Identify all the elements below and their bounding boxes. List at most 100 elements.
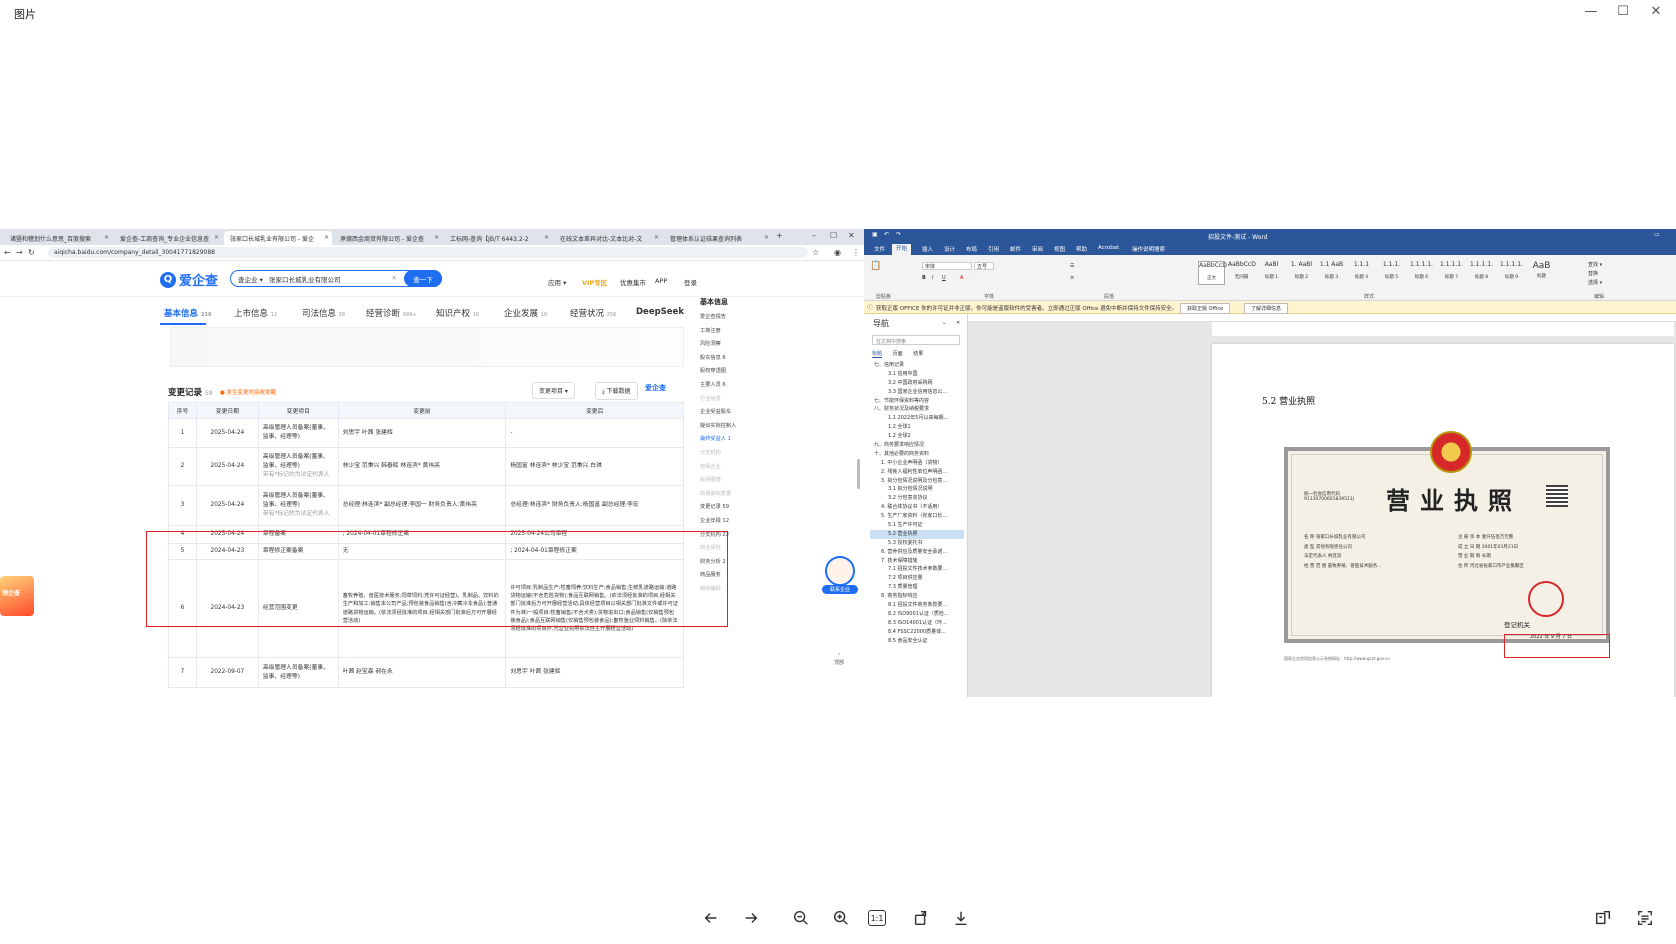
tab-view[interactable]: 视图 — [1054, 245, 1065, 253]
close-tab-icon[interactable]: ✕ — [654, 234, 659, 241]
side-nav-item[interactable]: 股东信息 6 — [700, 354, 756, 368]
nav-tree-item[interactable]: 4. 联合体协议书（不适用） — [870, 503, 964, 512]
apps-link[interactable]: 应用 ▾ — [548, 277, 566, 287]
side-nav-item[interactable]: 企业年报 12 — [700, 517, 756, 531]
window-max-icon[interactable]: ☐ — [830, 231, 837, 240]
login-link[interactable]: 登录 — [684, 277, 697, 287]
tab-ip[interactable]: 知识产权 16 — [436, 307, 479, 319]
side-nav-item[interactable]: 邮政编码 — [700, 585, 756, 599]
side-nav-item[interactable]: 工商注册 — [700, 327, 756, 341]
get-office-button[interactable]: 获取正版 Office — [1180, 302, 1231, 314]
nav-close-icon[interactable]: ✕ — [956, 320, 960, 326]
tab-judicial-info[interactable]: 司法信息 58 — [302, 307, 345, 319]
tab-operation-diagnosis[interactable]: 经营诊断 999+ — [366, 307, 416, 319]
side-nav-item[interactable]: 投资图谱 — [700, 476, 756, 490]
change-alert-link[interactable]: ● 发生变更时接收提醒 — [220, 388, 276, 396]
maximize-button[interactable]: ☐ — [1612, 2, 1634, 20]
nav-tree-item[interactable]: 八、财务状况及纳税要求 — [870, 405, 964, 414]
forward-icon[interactable]: → — [16, 248, 23, 257]
find-button[interactable]: 查找 ▾ — [1588, 261, 1602, 268]
side-nav-item[interactable]: 控股企业 — [700, 463, 756, 477]
nav-options-icon[interactable]: ⌄ — [942, 320, 946, 326]
paste-icon[interactable]: 📋 — [870, 261, 881, 271]
font-name-select[interactable]: 宋体 — [922, 262, 972, 270]
nav-tree-item[interactable]: 3.3 国家企业信用信息公... — [870, 388, 964, 397]
bullets-icon[interactable]: ☰ — [1070, 263, 1074, 269]
tab-layout[interactable]: 布局 — [966, 245, 977, 253]
style-heading-6[interactable]: 1.1.1.1. 标题 6 — [1408, 261, 1435, 285]
company-search-box[interactable]: 查企业 ▾ 张家口长城乳业有限公司 ✕ 查一下 — [230, 269, 442, 287]
next-image-button[interactable] — [738, 905, 764, 931]
tab-business-status[interactable]: 经营状况 256 — [570, 307, 616, 319]
underline-button[interactable]: U — [942, 275, 946, 281]
nav-tree-item[interactable]: 8.5 食品安全认证 — [870, 637, 964, 646]
font-color-button[interactable]: A — [960, 275, 963, 281]
nav-tree-item[interactable]: 8.1 招投文件商务条款要... — [870, 601, 964, 610]
browser-tab[interactable]: 爱企查-工商查询_专业企业信息查 ✕ — [114, 231, 222, 245]
nav-tree-item[interactable]: 1.2 全球2 — [870, 432, 964, 441]
undo-icon[interactable]: ↶ — [884, 231, 889, 238]
save-icon[interactable]: ▣ — [872, 231, 878, 238]
vip-link[interactable]: VIP专区 — [582, 277, 607, 287]
close-tab-icon[interactable]: ✕ — [544, 234, 549, 241]
close-tab-icon[interactable]: ✕ — [324, 234, 329, 241]
nav-tree-item[interactable]: 3.2 分包意向协议 — [870, 494, 964, 503]
new-tab-icon[interactable]: + — [776, 231, 783, 240]
search-scope-select[interactable]: 查企业 ▾ — [238, 274, 263, 284]
nav-tree-item[interactable]: 7.3 质量管理 — [870, 583, 964, 592]
tab-home[interactable]: 开始 — [892, 244, 912, 255]
side-nav-item[interactable]: 商品服务 — [700, 571, 756, 585]
tab-help[interactable]: 帮助 — [1076, 245, 1087, 253]
replace-button[interactable]: 替换 — [1588, 270, 1598, 277]
nav-search-input[interactable]: 在文档中搜索 — [872, 335, 960, 345]
download-data-button[interactable]: ⤓ 下载数据 — [595, 382, 638, 400]
italic-button[interactable]: I — [932, 275, 933, 281]
close-tab-icon[interactable]: ✕ — [104, 234, 109, 241]
nav-tree-item[interactable]: 七、信用记录 — [870, 361, 964, 370]
search-button[interactable]: 查一下 — [404, 269, 442, 287]
nav-tree-item[interactable]: 7.1 招投文件技术参数要... — [870, 565, 964, 574]
contact-company-button[interactable]: 联系企业 — [822, 556, 858, 598]
tab-basic-info[interactable]: 基本信息 216 — [164, 307, 211, 319]
deals-link[interactable]: 优惠集市 — [620, 277, 646, 287]
profile-icon[interactable]: ◉ — [834, 248, 841, 257]
side-nav-item[interactable]: 风险洞察 — [700, 340, 756, 354]
tab-acrobat[interactable]: Acrobat — [1098, 245, 1119, 251]
style-normal[interactable]: AaBbCcD 正文 — [1198, 261, 1227, 285]
nav-tree-item[interactable]: 7.2 项目供应量 — [870, 574, 964, 583]
side-nav-item[interactable]: 商业保险 — [700, 544, 756, 558]
nav-tree-item[interactable]: 5.2 营业执照 — [870, 529, 964, 539]
browser-tab-active[interactable]: 张家口长城乳业有限公司 - 爱企 ✕ — [224, 231, 332, 245]
nav-tree-item[interactable]: 1. 中小企业声明函（货物） — [870, 459, 964, 468]
style-heading-1[interactable]: AaBl 标题 1 — [1258, 261, 1285, 285]
side-nav-item[interactable]: 企业受益股东 — [700, 408, 756, 422]
document-page[interactable]: 5.2 营业执照 营业执照 统一社会信用代码 91130700601839511J… — [1212, 344, 1674, 697]
tab-insert[interactable]: 插入 — [922, 245, 933, 253]
browser-tab[interactable]: 管理体系认证结果查询列表 ✕ — [664, 231, 772, 245]
tab-design[interactable]: 设计 — [944, 245, 955, 253]
nav-tree-item[interactable]: 十、其他必要的商务资料 — [870, 450, 964, 459]
nav-tree-item[interactable]: 8. 商务指标响应 — [870, 592, 964, 601]
redo-icon[interactable]: ↷ — [896, 231, 901, 238]
window-min-icon[interactable]: – — [812, 231, 816, 240]
rotate-button[interactable] — [908, 905, 934, 931]
nav-tree-item[interactable]: 5.1 生产许可证 — [870, 521, 964, 530]
search-input[interactable]: 张家口长城乳业有限公司 — [269, 274, 341, 284]
promo-badge[interactable]: 领企查 — [0, 576, 34, 616]
aiqicha-logo[interactable]: Q 爱企查 — [160, 270, 218, 289]
minimize-button[interactable]: — — [1580, 2, 1602, 20]
nav-tree-item[interactable]: 7. 技术保障措施 — [870, 557, 964, 566]
close-button[interactable]: ✕ — [1645, 2, 1667, 20]
style-heading-3[interactable]: 1.1 AaB 标题 3 — [1318, 261, 1345, 285]
style-heading-9[interactable]: 1.1.1.1. 标题 9 — [1498, 261, 1525, 285]
back-to-top-button[interactable]: ⌃ 顶部 — [834, 653, 844, 666]
bookmark-star-icon[interactable]: ☆ — [812, 248, 819, 257]
tab-references[interactable]: 引用 — [988, 245, 999, 253]
nav-tree-item[interactable]: 2. 残疾人福利性单位声明函... — [870, 468, 964, 477]
zoom-in-button[interactable] — [828, 905, 854, 931]
close-tab-icon[interactable]: ✕ — [764, 234, 769, 241]
tab-review[interactable]: 审阅 — [1032, 245, 1043, 253]
tab-listing-info[interactable]: 上市信息 12 — [234, 307, 277, 319]
side-nav-item[interactable]: 分支机构 22 — [700, 531, 756, 545]
prev-image-button[interactable] — [698, 905, 724, 931]
